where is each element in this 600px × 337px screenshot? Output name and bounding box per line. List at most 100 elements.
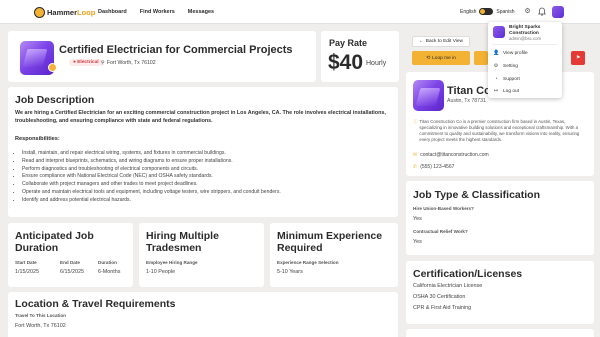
job-description-title: Job Description <box>15 94 95 106</box>
lang-spanish[interactable]: Spanish <box>496 9 514 15</box>
brand-logo-icon <box>34 6 45 18</box>
certification-item: CPR & First Aid Training <box>413 305 472 311</box>
pay-rate-unit: Hourly <box>366 60 387 67</box>
nav-links: Dashboard Find Workers Messages <box>98 9 214 15</box>
company-logo <box>413 80 444 111</box>
job-location-text: Fort Worth, Tx 76102 <box>106 60 156 66</box>
company-phone-text: (555) 123-4567 <box>420 164 455 170</box>
verified-badge-icon <box>48 63 57 72</box>
job-description-card: Job Description We are hiring a Certifie… <box>8 87 398 217</box>
job-title: Certified Electrician for Commercial Pro… <box>59 44 293 56</box>
job-description-intro: We are hiring a Certified Electrician fo… <box>15 110 386 124</box>
relief-question: Contractual Relief Work? <box>413 229 468 234</box>
company-email[interactable]: ✉ contact@titanconstruction.com <box>413 152 489 158</box>
responsibility-item: Read and interpret blueprints, schematic… <box>22 158 392 166</box>
certification-item: California Electrician License <box>413 283 483 289</box>
experience-range-value: 5-10 Years <box>277 269 303 275</box>
back-button-label: Back to Edit View <box>425 39 464 44</box>
responsibility-item: Install, maintain, and repair electrical… <box>22 150 392 158</box>
menu-item-view-profile[interactable]: 👤 View profile <box>493 50 528 56</box>
loop-me-in-button[interactable]: ⟲ Loop me in <box>412 51 470 65</box>
support-icon: ◔ <box>494 76 498 82</box>
company-location: Austin, Tx 78731 <box>447 98 486 104</box>
certification-item: OSHA 30 Certification <box>413 294 466 300</box>
menu-avatar <box>493 26 505 38</box>
brand-name-part2: Loop <box>77 7 96 17</box>
info-icon: ⓘ <box>413 119 418 124</box>
next-card-partial <box>406 329 594 337</box>
travel-title: Location & Travel Requirements <box>15 298 176 310</box>
menu-email: admin@bsc.com <box>509 36 542 41</box>
brand-name-part1: Hammer <box>47 7 78 17</box>
menu-item-label: Log out <box>503 88 520 94</box>
responsibilities-list: Install, maintain, and repair electrical… <box>22 150 392 205</box>
job-header-card: Certified Electrician for Commercial Pro… <box>8 31 316 82</box>
user-icon: 👤 <box>493 50 500 56</box>
certifications-card: Certification/Licenses California Electr… <box>406 261 594 324</box>
loop-button-label: Loop me in <box>432 55 456 61</box>
hiring-range-label: Employee Hiring Range <box>146 260 198 265</box>
language-switch: English Spanish <box>460 8 514 15</box>
secondary-action-button[interactable] <box>474 51 488 65</box>
pay-rate-amount: $40 <box>328 51 364 74</box>
experience-range-label: Experience Range Selection <box>277 260 339 265</box>
hiring-range-value: 1-10 People <box>146 269 176 275</box>
company-about-text: Titan Construction Co is a premier const… <box>419 119 580 142</box>
hiring-card: Hiring Multiple Tradesmen Employee Hirin… <box>139 223 264 287</box>
menu-item-label: View profile <box>503 50 528 56</box>
union-answer: Yes <box>413 216 422 222</box>
user-avatar[interactable] <box>552 6 564 18</box>
responsibility-item: Perform diagnostics and troubleshooting … <box>22 166 392 174</box>
company-about: ⓘ Titan Construction Co is a premier cons… <box>413 119 589 143</box>
company-phone[interactable]: ✆ (555) 123-4567 <box>413 164 454 170</box>
gear-icon: ⚙ <box>493 63 499 69</box>
lang-english[interactable]: English <box>460 9 476 15</box>
nav-link-messages[interactable]: Messages <box>188 9 214 15</box>
nav-link-find-workers[interactable]: Find Workers <box>140 9 175 15</box>
classification-title: Job Type & Classification <box>413 189 540 201</box>
responsibility-item: Collaborate with project managers and ot… <box>22 181 392 189</box>
menu-item-log-out[interactable]: ↦ Log out <box>493 88 519 94</box>
gear-icon[interactable]: ⚙ <box>523 7 532 16</box>
start-date-value: 1/15/2025 <box>15 269 39 275</box>
job-location: ⚲ Fort Worth, Tx 76102 <box>101 60 156 66</box>
loop-icon: ⟲ <box>426 55 431 61</box>
menu-item-support[interactable]: ◔ Support <box>493 76 520 82</box>
logout-icon: ↦ <box>493 88 499 94</box>
hiring-title: Hiring Multiple Tradesmen <box>146 230 219 254</box>
responsibility-item: Operate and maintain electrical tools an… <box>22 189 392 197</box>
flag-icon: ⚑ <box>575 55 581 61</box>
language-toggle[interactable] <box>479 8 494 15</box>
duration-label: Duration <box>98 260 117 265</box>
nav-link-dashboard[interactable]: Dashboard <box>98 9 127 15</box>
experience-title: Minimum Experience Required <box>277 230 383 254</box>
arrow-left-icon: ← <box>418 39 424 44</box>
travel-card: Location & Travel Requirements Travel To… <box>8 292 398 337</box>
mail-icon: ✉ <box>413 152 418 158</box>
menu-item-label: Support <box>503 76 520 82</box>
travel-label: Travel To This Location <box>15 313 66 318</box>
job-duration-card: Anticipated Job Duration Start Date 1/15… <box>8 223 133 287</box>
responsibility-item: Identify and address potential electrica… <box>22 197 392 205</box>
bell-icon[interactable] <box>537 7 546 16</box>
end-date-value: 6/15/2025 <box>60 269 84 275</box>
travel-value: Fort Worth, Tx 76102 <box>15 323 66 329</box>
report-button[interactable]: ⚑ <box>571 51 585 65</box>
menu-item-setting[interactable]: ⚙ Setting <box>493 63 518 69</box>
duration-value: 6-Months <box>98 269 121 275</box>
brand-logo[interactable]: HammerLoop <box>34 6 95 18</box>
menu-divider <box>492 44 558 45</box>
classification-card: Job Type & Classification Hire Union-Bas… <box>406 181 594 255</box>
responsibility-item: Ensure compliance with National Electric… <box>22 173 392 181</box>
menu-item-label: Setting <box>503 63 518 69</box>
back-to-edit-button[interactable]: ← Back to Edit View <box>412 36 470 47</box>
job-duration-title: Anticipated Job Duration <box>15 230 94 254</box>
location-pin-icon: ⚲ <box>101 60 105 66</box>
top-nav: HammerLoop Dashboard Find Workers Messag… <box>0 0 600 24</box>
menu-company-name: Bright Sparks Construction <box>509 25 541 36</box>
responsibilities-title: Responsibilities: <box>15 136 60 142</box>
pay-rate-label: Pay Rate <box>329 38 368 48</box>
end-date-label: End Date <box>60 260 80 265</box>
company-email-text: contact@titanconstruction.com <box>420 152 489 158</box>
phone-icon: ✆ <box>413 164 418 170</box>
